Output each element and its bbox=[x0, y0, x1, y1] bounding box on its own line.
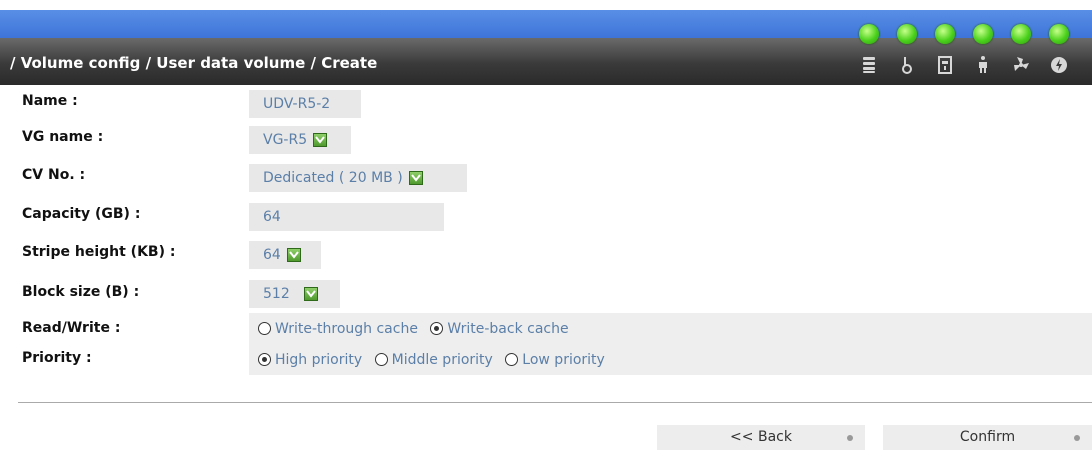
read-write-options: Write-through cache Write-back cache bbox=[258, 321, 577, 337]
vg-name-value: VG-R5 bbox=[263, 132, 308, 148]
block-size-select[interactable]: 512 bbox=[249, 280, 340, 308]
priority-options: High priority Middle priority Low priori… bbox=[258, 352, 613, 368]
high-priority-label: High priority bbox=[275, 352, 363, 368]
vg-name-label: VG name : bbox=[22, 129, 104, 145]
cv-no-value: Dedicated ( 20 MB ) bbox=[263, 170, 403, 186]
confirm-button[interactable]: Confirm bbox=[883, 425, 1092, 450]
radio-button[interactable] bbox=[258, 322, 271, 335]
cv-no-select[interactable]: Dedicated ( 20 MB ) bbox=[249, 164, 467, 192]
status-led-memory bbox=[935, 24, 955, 44]
temperature-icon[interactable] bbox=[897, 55, 917, 75]
vg-name-select[interactable]: VG-R5 bbox=[249, 126, 351, 154]
read-write-label: Read/Write : bbox=[22, 320, 121, 336]
low-priority-label: Low priority bbox=[522, 352, 605, 368]
capacity-label: Capacity (GB) : bbox=[22, 206, 141, 222]
middle-priority-option[interactable]: Middle priority bbox=[374, 352, 493, 368]
radio-button-selected[interactable] bbox=[258, 353, 271, 366]
capacity-input[interactable]: 64 bbox=[249, 203, 444, 231]
low-priority-option[interactable]: Low priority bbox=[505, 352, 605, 368]
top-strip bbox=[0, 10, 1092, 38]
status-led-disk bbox=[859, 24, 879, 44]
radio-options-panel: Write-through cache Write-back cache Hig… bbox=[249, 313, 1092, 375]
name-label: Name : bbox=[22, 93, 78, 109]
memory-icon[interactable] bbox=[935, 55, 955, 75]
stripe-height-value: 64 bbox=[263, 247, 281, 263]
cv-no-label: CV No. : bbox=[22, 167, 86, 183]
voltage-icon[interactable] bbox=[973, 55, 993, 75]
chevron-down-icon[interactable] bbox=[286, 248, 301, 262]
name-field[interactable]: UDV-R5-2 bbox=[249, 90, 361, 118]
block-size-label: Block size (B) : bbox=[22, 284, 140, 300]
radio-button-selected[interactable] bbox=[430, 322, 444, 335]
priority-label: Priority : bbox=[22, 350, 92, 366]
chevron-down-icon[interactable] bbox=[408, 171, 423, 185]
write-back-label: Write-back cache bbox=[447, 321, 569, 337]
back-button-label: << Back bbox=[730, 429, 792, 445]
radio-button[interactable] bbox=[505, 353, 519, 366]
write-through-option[interactable]: Write-through cache bbox=[258, 321, 418, 337]
confirm-button-label: Confirm bbox=[959, 429, 1016, 445]
status-led-fan bbox=[1011, 24, 1031, 44]
high-priority-option[interactable]: High priority bbox=[258, 352, 362, 368]
status-led-voltage bbox=[973, 24, 993, 44]
back-button[interactable]: << Back bbox=[657, 425, 865, 450]
chevron-down-icon[interactable] bbox=[313, 133, 328, 147]
stripe-height-label: Stripe height (KB) : bbox=[22, 244, 176, 260]
status-led-power bbox=[1049, 24, 1069, 44]
disk-icon[interactable] bbox=[859, 55, 879, 75]
write-through-label: Write-through cache bbox=[275, 321, 418, 337]
power-icon[interactable] bbox=[1049, 55, 1069, 75]
capacity-value: 64 bbox=[263, 209, 281, 225]
radio-button[interactable] bbox=[374, 353, 388, 366]
status-led-temperature bbox=[897, 24, 917, 44]
middle-priority-label: Middle priority bbox=[391, 352, 493, 368]
chevron-down-icon[interactable] bbox=[303, 287, 318, 301]
breadcrumb: / Volume config / User data volume / Cre… bbox=[10, 54, 378, 72]
block-size-value: 512 bbox=[263, 286, 290, 302]
dot-icon bbox=[847, 435, 853, 441]
divider bbox=[18, 402, 1092, 403]
dot-icon bbox=[1074, 435, 1080, 441]
name-value: UDV-R5-2 bbox=[263, 96, 331, 112]
stripe-height-select[interactable]: 64 bbox=[249, 241, 321, 269]
write-back-option[interactable]: Write-back cache bbox=[430, 321, 569, 337]
fan-icon[interactable] bbox=[1011, 55, 1031, 75]
